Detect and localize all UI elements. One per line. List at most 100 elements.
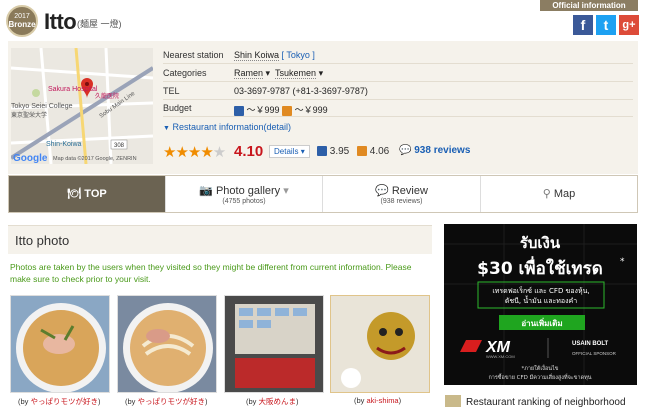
divider — [163, 81, 633, 82]
category-ramen[interactable]: Ramen — [234, 68, 264, 79]
photo-thumbnail-4[interactable] — [330, 295, 430, 393]
map-graphic: Sakura Hospital 久龍医院 Tokyo Seiei College… — [11, 48, 153, 164]
review-count: 938 reviews — [414, 145, 471, 156]
twitter-share-icon[interactable]: t — [596, 15, 616, 35]
dinner-rating-value: 3.95 — [329, 146, 350, 157]
speech-bubble-icon: 💬 — [375, 185, 389, 197]
rating-score: 4.10 — [234, 143, 264, 160]
official-info-label[interactable]: Official information — [540, 0, 638, 11]
ad-title: รับเงิน — [520, 234, 561, 252]
photo-thumbnail-1[interactable] — [10, 295, 110, 393]
photo-caption-2: (by やっぱりモツが好き) — [125, 397, 208, 406]
dinner-rating: 3.95 — [317, 146, 349, 157]
photo-thumbnail-3[interactable] — [224, 295, 324, 393]
station-label: Nearest station — [163, 50, 224, 60]
tab-top-label: TOP — [84, 188, 107, 200]
ad-cta-button: อ่านเพิ่มเติม — [521, 317, 562, 328]
neighborhood-ranking-heading: Restaurant ranking of neighborhood — [466, 397, 626, 408]
tab-top[interactable]: 🍽 TOP — [9, 176, 166, 212]
chevron-down-icon: ▾ — [283, 185, 289, 197]
station-link[interactable]: Shin Koiwa — [234, 50, 280, 61]
dinner-icon — [234, 105, 244, 116]
budget-dinner: ～￥999 — [246, 105, 280, 115]
lunch-rating-value: 4.06 — [369, 146, 390, 157]
google-plus-share-icon[interactable]: g+ — [619, 15, 639, 35]
facebook-share-icon[interactable]: f — [573, 15, 593, 35]
photo-thumbnail-2[interactable] — [117, 295, 217, 393]
categories-value: Ramen ▾ Tsukemen ▾ — [234, 68, 324, 79]
categories-label: Categories — [163, 68, 207, 78]
photo-author-link[interactable]: やっぱりモツが好き — [31, 397, 99, 406]
photo-disclaimer: Photos are taken by the users when they … — [10, 262, 412, 285]
ad-sponsor-name: USAIN BOLT — [572, 341, 609, 347]
ad-asterisk: * — [620, 257, 625, 267]
photo-author-link[interactable]: やっぱりモツが好き — [138, 397, 206, 406]
badge-year: 2017 — [14, 13, 30, 20]
tab-map-label: Map — [553, 188, 576, 200]
review-count-link[interactable]: 💬 938 reviews — [399, 145, 470, 156]
speech-bubble-icon: 💬 — [399, 145, 412, 156]
budget-label: Budget — [163, 103, 192, 113]
category-tsukemen[interactable]: Tsukemen — [275, 68, 317, 79]
camera-icon: 📷 — [199, 185, 213, 197]
tab-review-count: (938 reviews) — [380, 198, 423, 205]
tab-review-label: Review — [391, 185, 428, 197]
ad-line-1: เทรดฟอเร็กซ์ และ CFD ของหุ้น, — [492, 286, 589, 295]
tab-review[interactable]: 💬 Review (938 reviews) — [323, 176, 481, 212]
star-empty-icon: ★ — [212, 144, 226, 161]
tab-gallery-label: Photo gallery — [215, 185, 281, 197]
restaurant-name: Itto — [44, 9, 77, 34]
tel-label: TEL — [163, 86, 180, 96]
budget-value: ～￥999 ～￥999 — [234, 103, 328, 116]
lunch-icon — [282, 105, 293, 116]
lunch-icon — [357, 146, 367, 157]
map-poi-hospital: Sakura Hospital — [48, 86, 98, 93]
restaurant-nav: 🍽 TOP 📷 Photo gallery ▾ (4755 photos) 💬 R… — [8, 175, 638, 213]
details-label: Details — [274, 147, 299, 156]
tab-photo-gallery[interactable]: 📷 Photo gallery ▾ (4755 photos) — [166, 176, 323, 212]
star-icons: ★★★★ — [163, 144, 214, 161]
restaurant-subtitle: (麺屋 一燈) — [77, 19, 122, 29]
photo-caption-4: (by aki-shima) — [354, 396, 402, 405]
photo-author-link[interactable]: aki-shima — [367, 396, 399, 405]
star-rating: ★★★★★ — [163, 143, 226, 161]
photo-author-link[interactable]: 大阪めんま — [259, 397, 297, 406]
ad-footnote-1: *ภายใต้เงื่อนไข — [521, 364, 558, 372]
map-poi-college: Tokyo Seiei College — [11, 103, 73, 110]
award-badge: 2017 Bronze — [6, 5, 38, 37]
divider — [163, 116, 633, 117]
photo-section-title: Itto photo — [15, 233, 70, 248]
badge-label: Bronze — [8, 19, 36, 29]
photo-section-header — [8, 225, 432, 254]
ad-brand-url: WWW.XM.COM — [486, 354, 515, 359]
photo-caption-1: (by やっぱりモツが好き) — [18, 397, 101, 406]
plate-icon: 🍽 — [67, 188, 82, 200]
station-city-link[interactable]: [ Tokyo ] — [282, 50, 315, 60]
tab-gallery-count: (4755 photos) — [222, 198, 266, 205]
restaurant-detail-label: Restaurant information(detail) — [172, 122, 292, 132]
dinner-icon — [317, 146, 327, 157]
station-value: Shin Koiwa [ Tokyo ] — [234, 50, 315, 61]
google-logo: Google — [13, 153, 48, 164]
map-poi-college-jp: 東京聖栄大学 — [11, 111, 47, 119]
rating-details-button[interactable]: Details ▾ — [269, 145, 310, 158]
ranking-icon — [445, 395, 461, 407]
advertisement-banner[interactable]: รับเงิน $30 เพื่อใช้เทรด * เทรดฟอเร็กซ์ … — [444, 224, 637, 385]
photo-caption-3: (by 大阪めんま) — [246, 397, 299, 406]
ad-amount: $30 เพื่อใช้เทรด — [477, 256, 603, 279]
map-route-number: 308 — [114, 143, 125, 149]
divider — [163, 63, 633, 64]
ad-sponsor-sub: OFFICIAL SPONSOR — [572, 351, 617, 356]
tel-value: 03-3697-9787 (+81-3-3697-9787) — [234, 86, 368, 96]
chevron-down-icon: ▾ — [300, 147, 305, 156]
map-station-label: Shin-Koiwa — [46, 141, 82, 148]
divider — [163, 99, 633, 100]
restaurant-detail-link[interactable]: ▼ Restaurant information(detail) — [163, 122, 291, 132]
map-credit: Map data ©2017 Google, ZENRIN — [53, 155, 137, 162]
map-icon: ⚲ — [542, 188, 551, 200]
budget-lunch: ～￥999 — [294, 105, 328, 115]
lunch-rating: 4.06 — [357, 146, 389, 157]
map-poi-hospital-jp: 久龍医院 — [95, 92, 119, 100]
tab-map[interactable]: ⚲ Map — [481, 176, 637, 212]
location-map[interactable]: Sakura Hospital 久龍医院 Tokyo Seiei College… — [11, 48, 153, 164]
